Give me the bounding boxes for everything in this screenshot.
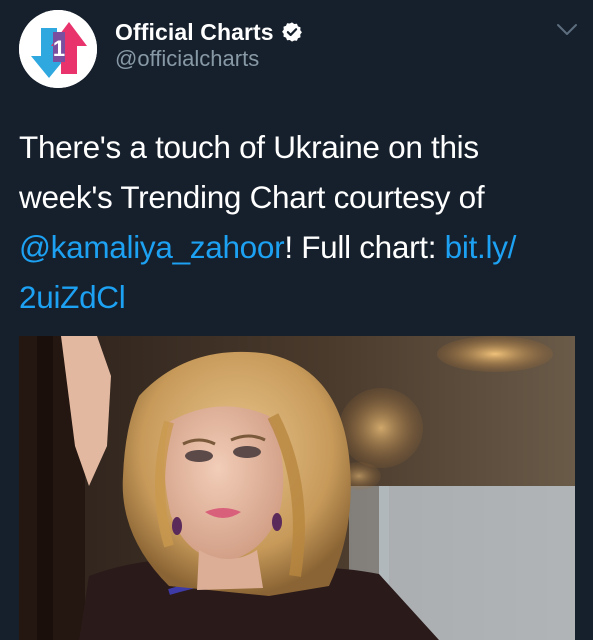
chevron-down-icon[interactable] [556, 22, 578, 38]
verified-badge-icon [281, 21, 303, 43]
photo-of-woman [19, 336, 575, 640]
account-name-row[interactable]: Official Charts [115, 18, 303, 46]
svg-text:1: 1 [53, 36, 65, 61]
display-name[interactable]: Official Charts [115, 19, 274, 46]
tweet-text: There's a touch of Ukraine on this week'… [19, 122, 579, 322]
official-charts-logo-icon: 1 [19, 10, 97, 88]
tweet-text-middle: ! Full chart: [284, 229, 445, 265]
mention-link[interactable]: @kamaliya_zahoor [19, 229, 285, 265]
tweet-text-intro: There's a touch of Ukraine on this week'… [19, 129, 485, 215]
handle[interactable]: @officialcharts [115, 46, 259, 72]
avatar[interactable]: 1 [19, 10, 97, 88]
tweet-photo[interactable] [19, 336, 575, 640]
